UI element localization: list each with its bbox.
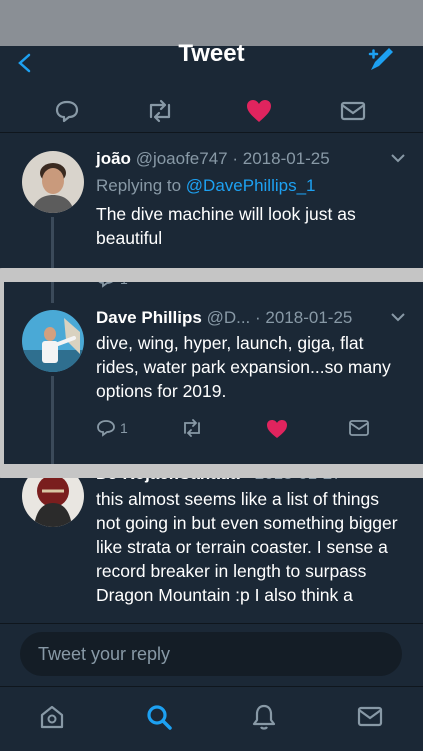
- notifications-icon[interactable]: [248, 701, 280, 733]
- replying-to-handle[interactable]: @DavePhillips_1: [186, 176, 316, 195]
- replying-to-label: Replying to: [96, 176, 186, 195]
- messages-icon[interactable]: [354, 701, 386, 733]
- author-name[interactable]: joão: [96, 149, 131, 168]
- tweet-content: joão @joaofe747 · 2018-01-25 Replying to…: [96, 148, 407, 250]
- tab-bar: [0, 686, 423, 751]
- search-icon[interactable]: [143, 701, 175, 733]
- tweet-header: joão @joaofe747 · 2018-01-25: [96, 148, 407, 170]
- tweet-content: DJ KojackCanada · 2018-01-27 this almost…: [96, 463, 407, 607]
- compose-tweet-icon[interactable]: [367, 44, 397, 74]
- tweet-reply-input[interactable]: Tweet your reply: [20, 632, 402, 676]
- tweet-joao[interactable]: joão @joaofe747 · 2018-01-25 Replying to…: [0, 133, 423, 288]
- author-handle: @joaofe747: [135, 149, 228, 168]
- highlight-annotation: [0, 268, 423, 478]
- tweet-text: The dive machine will look just as beaut…: [96, 204, 356, 248]
- tweet-dj-kojackcanada[interactable]: DJ KojackCanada · 2018-01-27 this almost…: [0, 453, 423, 623]
- home-icon[interactable]: [36, 701, 68, 733]
- tweet-action-bar: [0, 90, 423, 133]
- direct-message-icon[interactable]: [336, 94, 370, 128]
- avatar[interactable]: [22, 151, 84, 213]
- tweet-text: this almost seems like a list of things …: [96, 489, 398, 605]
- replying-to: Replying to @DavePhillips_1: [96, 176, 407, 196]
- retweet-icon[interactable]: [143, 94, 177, 128]
- chevron-down-icon[interactable]: [389, 152, 407, 164]
- tweet-date: · 2018-01-25: [232, 149, 330, 168]
- top-bar: Tweet: [0, 0, 423, 90]
- reply-icon[interactable]: [50, 94, 84, 128]
- reply-bar: Tweet your reply: [0, 623, 423, 686]
- page-title: Tweet: [178, 40, 245, 67]
- like-icon[interactable]: [242, 94, 276, 128]
